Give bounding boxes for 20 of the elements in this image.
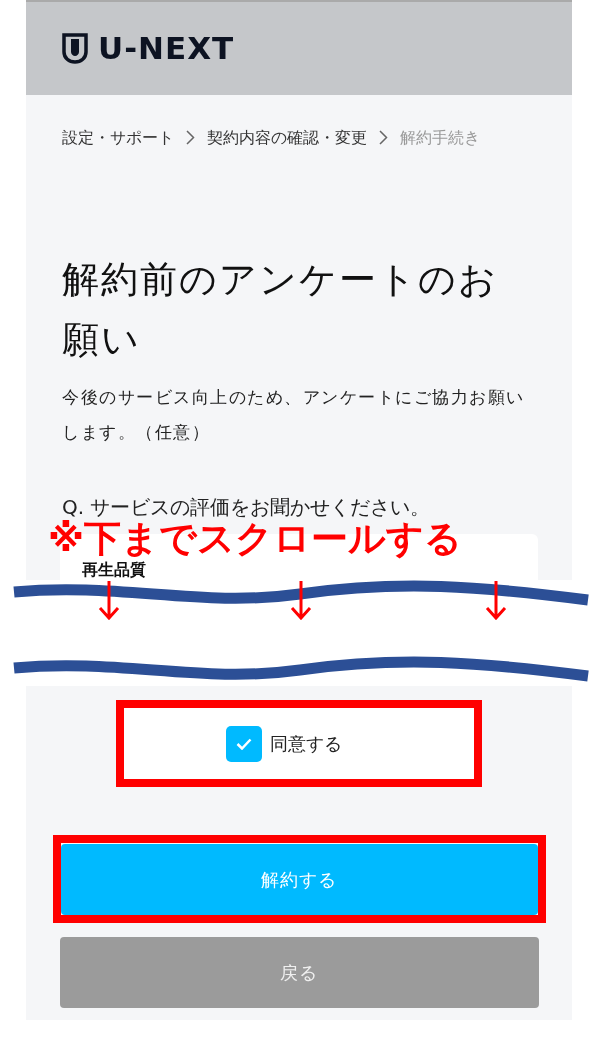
breadcrumb-link[interactable]: 契約内容の確認・変更 [207,121,367,154]
description-text: 今後のサービス向上のため、アンケートにご協力お願いします。（任意） [62,386,526,444]
cancel-contract-button[interactable]: 解約する [60,843,538,915]
page-title: 解約前のアンケートのお願い [62,257,499,363]
check-icon [236,737,252,750]
breadcrumb-link[interactable]: 設定・サポート [62,121,174,154]
rating-label: 再生品質 [82,560,146,580]
agree-checkbox[interactable] [226,725,262,762]
down-arrow-icon [98,580,120,620]
shield-logo-icon [62,33,88,64]
breadcrumb-link[interactable]: 解約手続き [400,121,480,154]
annotation-text: ※下までスクロールする [48,517,462,561]
down-arrow-icon [485,580,507,620]
question-text: Q. サービスの評価をお聞かせください。 [62,494,432,520]
chevron-right-icon [379,130,388,145]
logo-text: U-NEXT [98,29,235,69]
back-button[interactable]: 戻る [59,937,539,1008]
agree-label: 同意する [270,732,342,756]
chevron-right-icon [186,130,195,145]
down-arrow-icon [290,580,312,620]
